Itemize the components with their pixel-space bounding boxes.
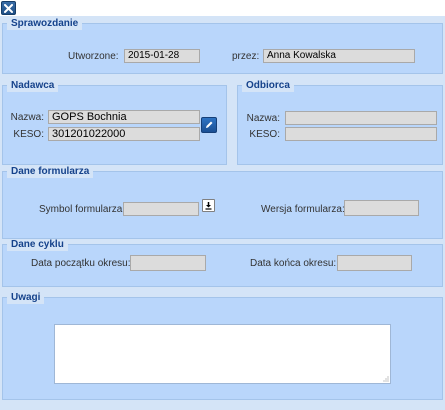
data-poczatku-label: Data początku okresu: (31, 258, 131, 269)
data-konca-field[interactable] (337, 255, 412, 271)
resize-grip-icon[interactable] (383, 376, 389, 382)
wersja-formularza-label: Wersja formularza: (261, 204, 345, 215)
data-poczatku-field[interactable] (130, 255, 206, 271)
close-button[interactable] (1, 1, 16, 15)
sprawozdanie-legend: Sprawozdanie (7, 18, 83, 30)
dane-cyklu-legend: Dane cyklu (7, 239, 68, 251)
odbiorca-keso-label: KESO: (249, 129, 280, 140)
nadawca-legend: Nadawca (7, 80, 59, 92)
nadawca-keso-label: KESO: (13, 129, 44, 140)
sprawozdanie-panel: Sprawozdanie Utworzone: 2015-01-28 przez… (2, 18, 443, 74)
odbiorca-legend: Odbiorca (242, 80, 294, 92)
symbol-download-button[interactable] (202, 199, 215, 212)
wersja-formularza-field[interactable] (344, 200, 419, 216)
uwagi-legend: Uwagi (7, 292, 45, 304)
pencil-icon (206, 121, 213, 128)
odbiorca-keso-field[interactable] (285, 127, 437, 141)
edit-nadawca-button[interactable] (201, 117, 217, 133)
utworzone-label: Utworzone: (68, 51, 119, 62)
nadawca-nazwa-label: Nazwa: (10, 112, 44, 123)
uwagi-panel: Uwagi (2, 292, 443, 400)
przez-label: przez: (232, 51, 260, 62)
odbiorca-panel: Odbiorca Nazwa: KESO: (237, 80, 443, 165)
symbol-formularza-label: Symbol formularza: (39, 204, 126, 215)
nadawca-keso-field[interactable]: 301201022000 (48, 127, 200, 141)
nadawca-panel: Nadawca Nazwa: GOPS Bochnia KESO: 301201… (2, 80, 227, 165)
nadawca-nazwa-field[interactable]: GOPS Bochnia (48, 110, 200, 124)
odbiorca-nazwa-field[interactable] (285, 111, 437, 125)
dane-cyklu-panel: Dane cyklu Data początku okresu: Data ko… (2, 239, 443, 287)
przez-field[interactable]: Anna Kowalska (263, 49, 415, 63)
title-bar (0, 0, 445, 16)
dane-formularza-panel: Dane formularza Symbol formularza: Wersj… (2, 166, 443, 239)
dane-formularza-legend: Dane formularza (7, 166, 94, 178)
odbiorca-nazwa-label: Nazwa: (246, 113, 280, 124)
utworzone-field[interactable]: 2015-01-28 (124, 49, 200, 63)
close-icon (4, 3, 13, 13)
symbol-formularza-field[interactable] (123, 202, 199, 216)
download-icon (205, 202, 212, 210)
data-konca-label: Data końca okresu: (250, 258, 337, 269)
uwagi-textarea[interactable] (54, 324, 391, 384)
